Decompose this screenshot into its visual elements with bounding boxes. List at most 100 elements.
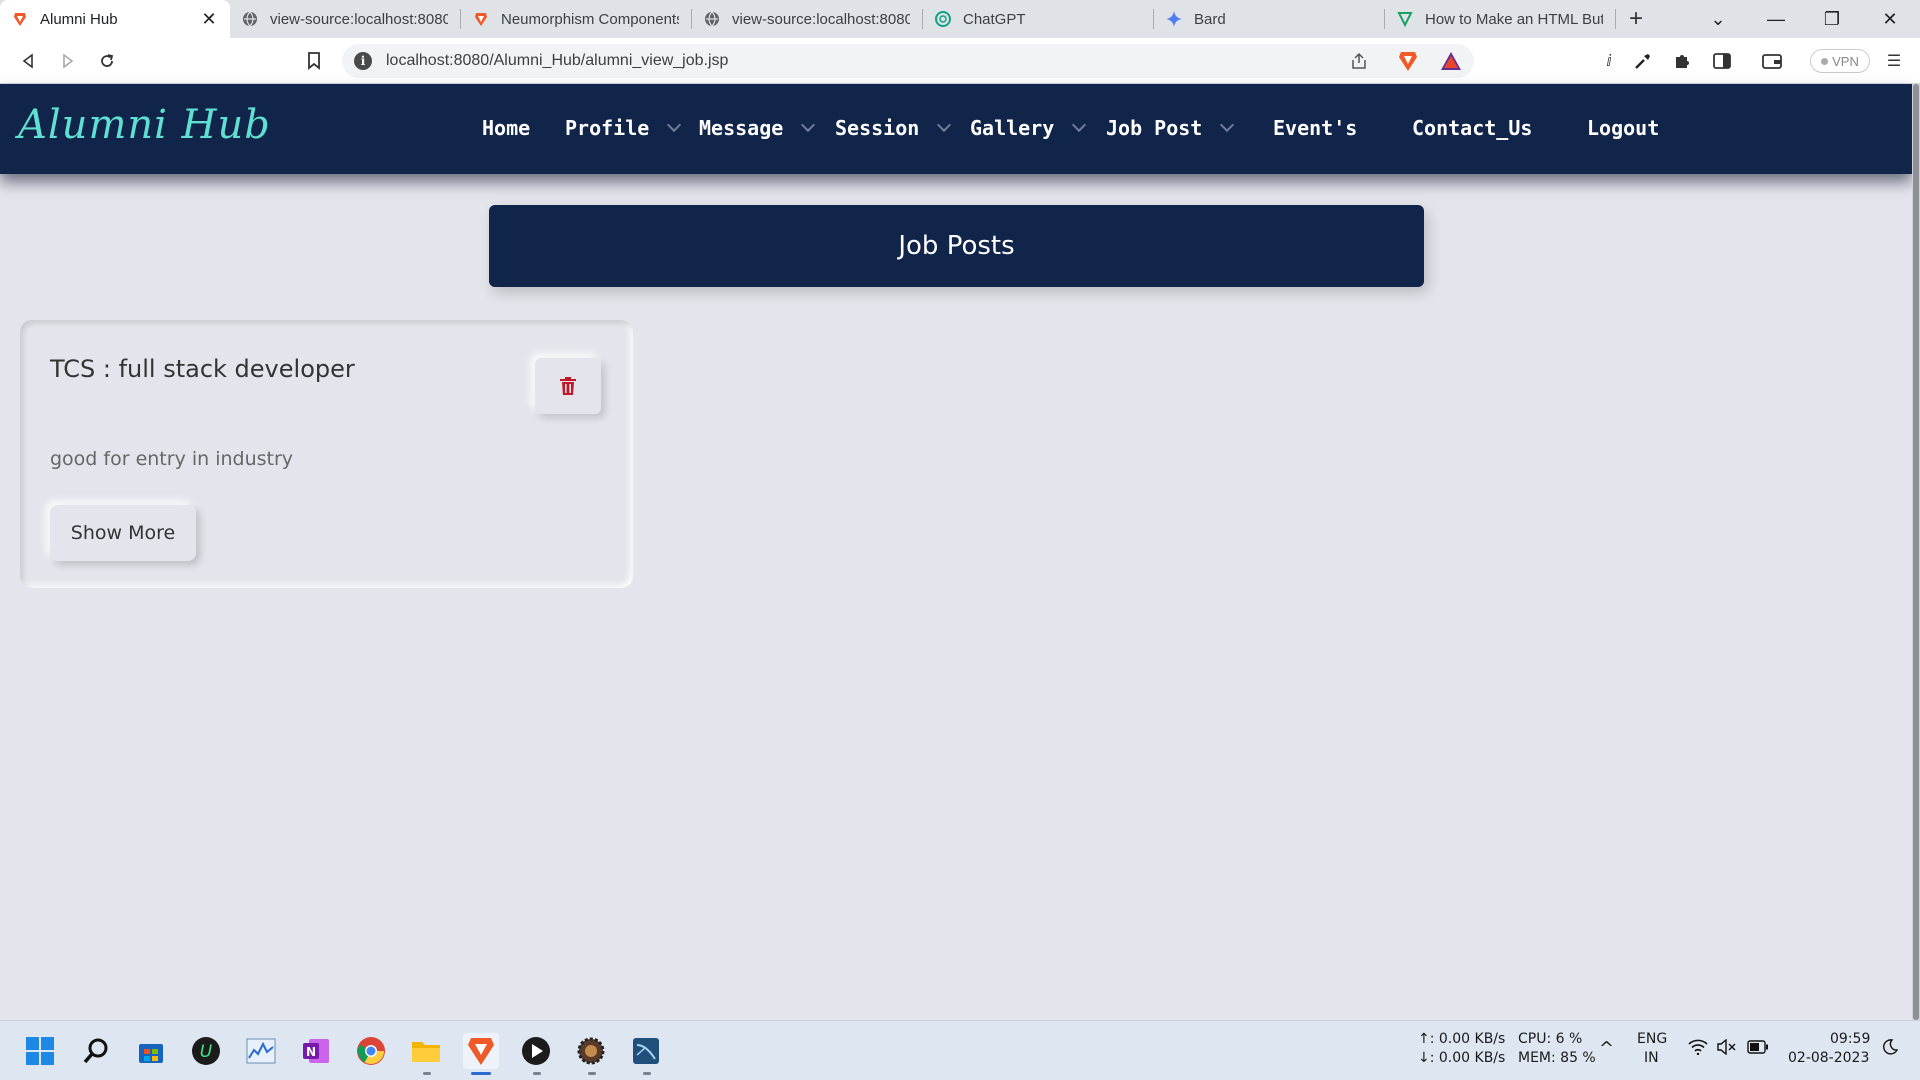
chrome-icon[interactable] (353, 1033, 389, 1069)
nav-logout[interactable]: Logout (1587, 116, 1659, 140)
chevron-down-icon (1072, 117, 1087, 133)
windows-taskbar: U N ↑: 0.00 KB/s ↓: 0.00 KB/s CPU: 6 % M… (0, 1020, 1920, 1080)
nav-contact-us[interactable]: Contact_Us (1412, 116, 1532, 140)
windows-start-icon[interactable] (22, 1033, 58, 1069)
browser-menu-icon[interactable]: ☰ (1883, 50, 1905, 72)
page-scrollbar-thumb[interactable] (1913, 84, 1919, 1020)
chevron-down-icon (667, 117, 682, 133)
minimize-icon[interactable]: — (1748, 0, 1804, 38)
chevron-down-icon (801, 117, 816, 133)
tab-search-chevron-icon[interactable]: ⌄ (1690, 0, 1746, 38)
tab-alumni-hub[interactable]: Alumni Hub ✕ (0, 0, 230, 38)
reader-mode-icon[interactable]: ⅈ (1598, 50, 1620, 72)
nav-events[interactable]: Event's (1273, 116, 1357, 140)
svg-text:N: N (306, 1045, 316, 1059)
focus-moon-icon[interactable] (1882, 1039, 1899, 1059)
taskbar-running-indicator (423, 1072, 431, 1075)
nav-label: Job Post (1106, 116, 1203, 140)
nav-label: Event's (1273, 116, 1358, 140)
restore-icon[interactable]: ❐ (1804, 0, 1860, 38)
upwork-icon[interactable]: U (188, 1033, 224, 1069)
site-navbar: Alumni Hub Home Profile Message Session … (0, 84, 1912, 174)
forward-icon[interactable] (54, 48, 82, 74)
chevron-down-icon (1220, 117, 1235, 133)
globe-icon (242, 11, 258, 27)
bard-icon (1166, 11, 1182, 27)
brave-icon (473, 11, 489, 27)
brave-shields-icon[interactable] (1397, 50, 1419, 72)
clock-date[interactable]: 02-08-2023 (1788, 1050, 1869, 1066)
tab-neumorphism[interactable]: Neumorphism Components (461, 0, 691, 38)
brave-icon (12, 11, 28, 27)
wifi-icon[interactable] (1688, 1039, 1708, 1059)
brave-taskbar-icon[interactable] (463, 1033, 499, 1069)
battery-icon[interactable] (1747, 1040, 1769, 1058)
chatgpt-icon (935, 11, 951, 27)
app-gear-icon[interactable] (573, 1033, 609, 1069)
tab-title: Alumni Hub (40, 10, 118, 28)
cpu-usage: CPU: 6 % (1518, 1031, 1583, 1047)
language-code[interactable]: ENG (1637, 1031, 1667, 1047)
reload-icon[interactable] (93, 48, 121, 74)
share-icon[interactable] (1348, 50, 1370, 72)
window-close-icon[interactable]: ✕ (1862, 0, 1918, 38)
delete-job-button[interactable] (535, 358, 601, 414)
nav-profile[interactable]: Profile (565, 116, 682, 140)
globe-icon (704, 11, 720, 27)
tab-view-source-1[interactable]: view-source:localhost:8080 (230, 0, 460, 38)
store-icon[interactable] (133, 1033, 169, 1069)
back-icon[interactable] (14, 48, 42, 74)
nav-session[interactable]: Session (835, 116, 952, 140)
site-logo[interactable]: Alumni Hub (18, 102, 271, 148)
nav-job-post[interactable]: Job Post (1106, 116, 1235, 140)
vpn-button[interactable]: VPN (1810, 49, 1870, 73)
nav-label: Message (699, 116, 784, 140)
file-explorer-icon[interactable] (408, 1033, 444, 1069)
memory-usage: MEM: 85 % (1518, 1050, 1596, 1066)
net-download-speed: ↓: 0.00 KB/s (1418, 1050, 1506, 1066)
page-title-banner: Job Posts (489, 205, 1424, 287)
tab-close-icon[interactable]: ✕ (200, 9, 218, 30)
mysql-workbench-icon[interactable] (628, 1033, 664, 1069)
tab-title: ChatGPT (963, 10, 1026, 28)
eyedropper-icon[interactable] (1632, 50, 1654, 72)
onenote-icon[interactable]: N (298, 1033, 334, 1069)
tray-chevron-up-icon[interactable]: ^ (1599, 1038, 1614, 1059)
browser-tab-strip: Alumni Hub ✕ view-source:localhost:8080 … (0, 0, 1920, 38)
url-text: localhost:8080/Alumni_Hub/alumni_view_jo… (386, 52, 729, 69)
tab-html-button[interactable]: How to Make an HTML Button (1385, 0, 1615, 38)
wallet-icon[interactable] (1761, 50, 1783, 72)
address-bar[interactable]: i localhost:8080/Alumni_Hub/alumni_view_… (342, 44, 1474, 78)
taskbar-active-indicator (471, 1072, 491, 1075)
brave-rewards-icon[interactable] (1440, 50, 1462, 72)
sidebar-icon[interactable] (1711, 50, 1733, 72)
search-icon[interactable] (78, 1033, 114, 1069)
job-title: TCS : full stack developer (50, 355, 355, 383)
tab-title: view-source:localhost:8080 (270, 10, 448, 28)
taskbar-running-indicator (643, 1072, 651, 1075)
volume-muted-icon[interactable] (1716, 1038, 1736, 1059)
job-description: good for entry in industry (50, 448, 294, 470)
chevron-down-icon (937, 117, 952, 133)
tab-view-source-2[interactable]: view-source:localhost:8080 (692, 0, 922, 38)
nav-message[interactable]: Message (699, 116, 816, 140)
language-region[interactable]: IN (1644, 1050, 1659, 1066)
bookmark-icon[interactable] (300, 48, 328, 74)
clock-time[interactable]: 09:59 (1830, 1031, 1870, 1047)
nav-label: Session (835, 116, 920, 140)
show-more-button[interactable]: Show More (50, 505, 196, 561)
tab-title: view-source:localhost:8080 (732, 10, 910, 28)
nav-label: Contact_Us (1412, 116, 1533, 140)
performance-monitor-icon[interactable] (243, 1033, 279, 1069)
extensions-puzzle-icon[interactable] (1671, 50, 1693, 72)
nav-home[interactable]: Home (482, 116, 530, 140)
media-player-icon[interactable] (518, 1033, 554, 1069)
trash-icon (560, 377, 576, 395)
nav-gallery[interactable]: Gallery (970, 116, 1087, 140)
site-info-icon[interactable]: i (354, 52, 372, 70)
tab-chatgpt[interactable]: ChatGPT (923, 0, 1153, 38)
browser-toolbar: i localhost:8080/Alumni_Hub/alumni_view_… (0, 38, 1920, 84)
new-tab-plus-icon[interactable]: + (1616, 0, 1656, 38)
leaf-icon (1397, 11, 1413, 27)
tab-bard[interactable]: Bard (1154, 0, 1384, 38)
